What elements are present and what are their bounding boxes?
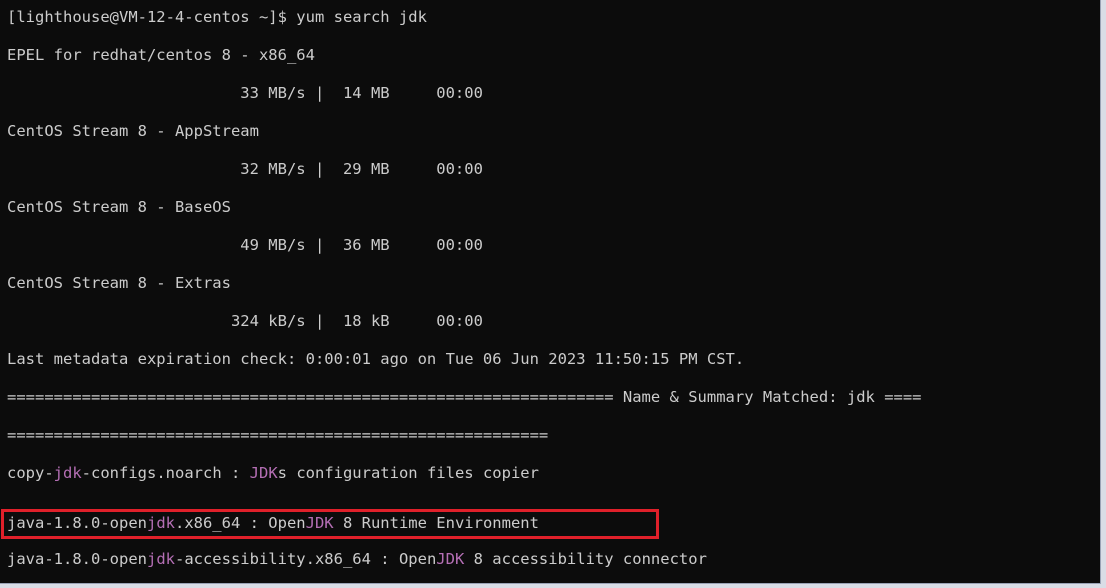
repo-stats-appstream: 32 MB/s | 29 MB 00:00 — [7, 160, 483, 178]
separator-line-bottom: ========================================… — [7, 426, 549, 444]
result-text: copy- — [7, 464, 54, 482]
search-result-line: copy-jdk-configs.noarch : JDKs configura… — [7, 461, 539, 485]
result-text: -accessibility.x86_64 : Open — [174, 550, 437, 568]
result-text: s configuration files copier — [277, 464, 539, 482]
repo-stats-baseos: 49 MB/s | 36 MB 00:00 — [7, 236, 483, 254]
separator-line-top: ========================================… — [7, 388, 922, 406]
result-match-highlight: jdk — [53, 464, 82, 482]
repo-stats-extras: 324 kB/s | 18 kB 00:00 — [7, 312, 483, 330]
result-text: 8 accessibility connector — [464, 550, 707, 568]
result-match-highlight: JDK — [249, 464, 278, 482]
repo-stats-epel: 33 MB/s | 14 MB 00:00 — [7, 84, 483, 102]
result-text: -configs.noarch : — [81, 464, 250, 482]
metadata-check-line: Last metadata expiration check: 0:00:01 … — [7, 350, 745, 368]
result-match-highlight: jdk — [146, 550, 175, 568]
terminal-window[interactable]: [lighthouse@VM-12-4-centos ~]$ yum searc… — [0, 0, 1101, 584]
result-text: java-1.8.0-open — [7, 550, 147, 568]
repo-line-epel: EPEL for redhat/centos 8 - x86_64 — [7, 46, 315, 64]
repo-line-baseos: CentOS Stream 8 - BaseOS — [7, 198, 231, 216]
repo-line-appstream: CentOS Stream 8 - AppStream — [7, 122, 259, 140]
highlight-annotation-box — [1, 509, 659, 539]
command-prompt-line: [lighthouse@VM-12-4-centos ~]$ yum searc… — [7, 8, 427, 26]
repo-line-extras: CentOS Stream 8 - Extras — [7, 274, 231, 292]
search-result-line: java-1.8.0-openjdk-accessibility.x86_64 … — [7, 547, 707, 571]
result-match-highlight: JDK — [436, 550, 465, 568]
